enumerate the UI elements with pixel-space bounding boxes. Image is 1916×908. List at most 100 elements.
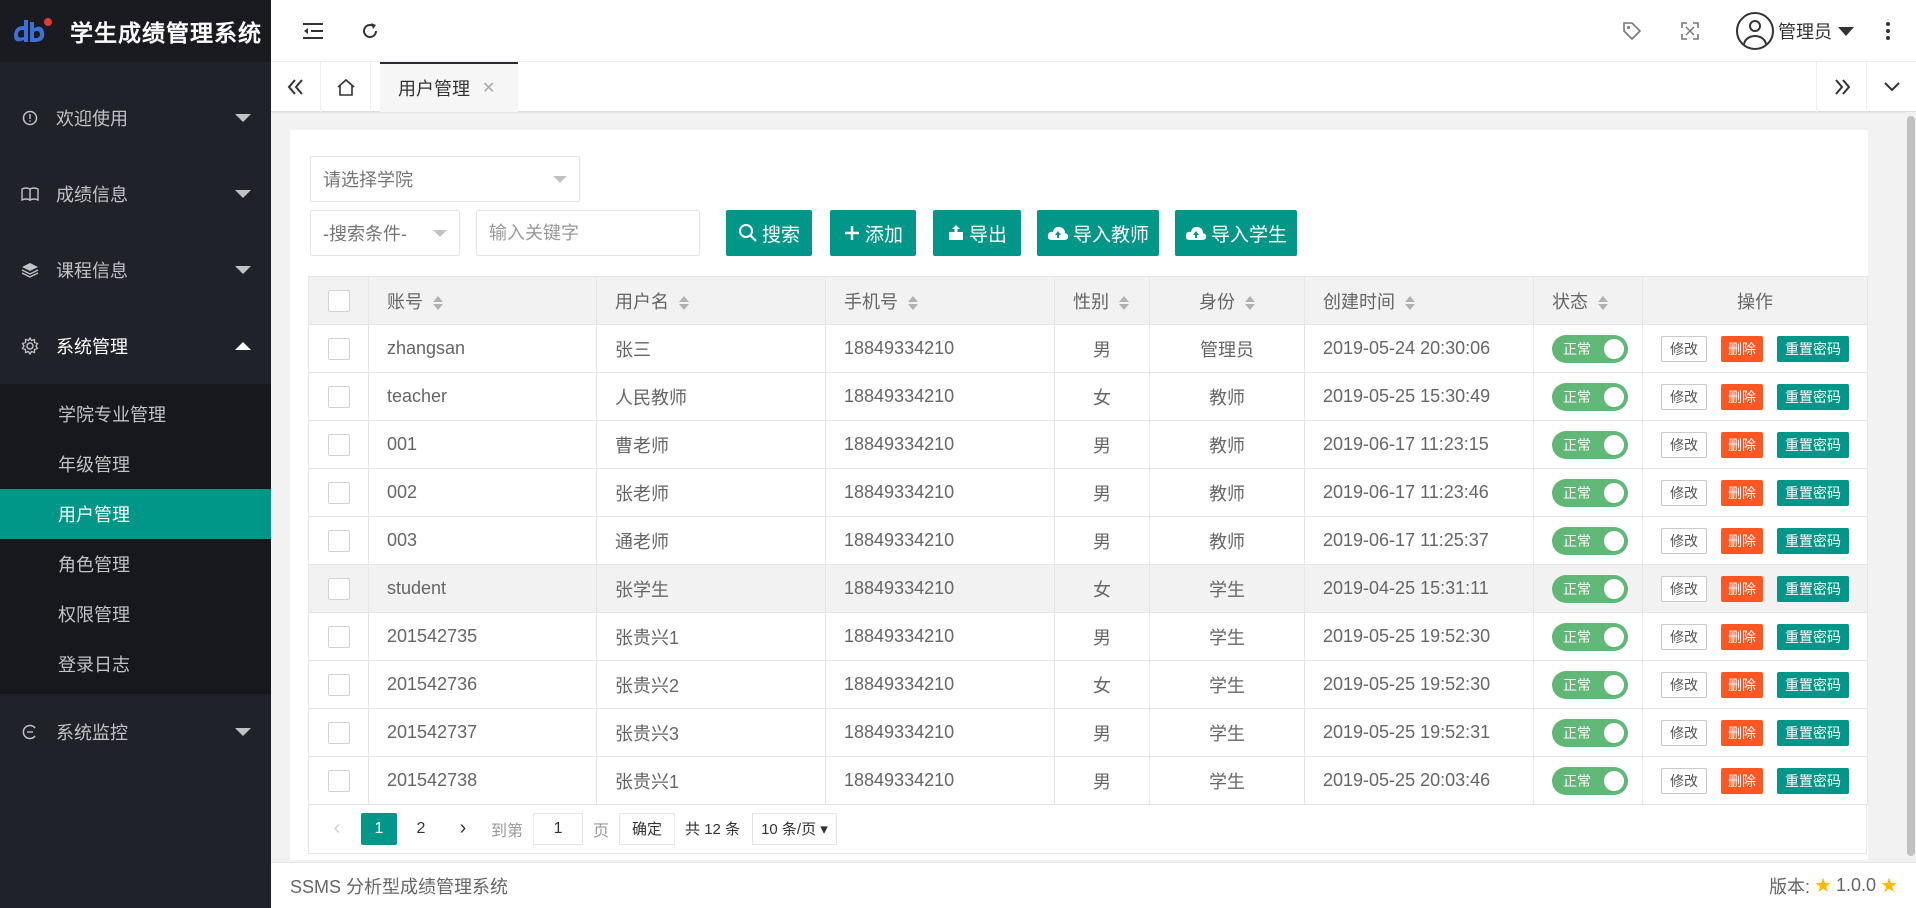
delete-button[interactable]: 删除	[1721, 575, 1763, 602]
delete-button[interactable]: 删除	[1721, 623, 1763, 650]
reset-password-button[interactable]: 重置密码	[1777, 383, 1849, 410]
fullscreen-button[interactable]	[1675, 16, 1705, 46]
edit-button[interactable]: 修改	[1661, 575, 1707, 602]
import-student-button[interactable]: 导入学生	[1175, 210, 1297, 256]
delete-button[interactable]: 删除	[1721, 527, 1763, 554]
row-checkbox[interactable]	[327, 673, 350, 696]
column-header-gender[interactable]: 性别	[1054, 276, 1150, 325]
delete-button[interactable]: 删除	[1721, 479, 1763, 506]
tabs-scroll-left-button[interactable]	[271, 62, 321, 112]
sidebar-item-welcome[interactable]: 欢迎使用	[0, 80, 271, 156]
sort-icon[interactable]	[1598, 295, 1608, 310]
reset-password-button[interactable]: 重置密码	[1777, 527, 1849, 554]
column-header-phone[interactable]: 手机号	[825, 276, 1055, 325]
row-checkbox[interactable]	[327, 577, 350, 600]
sidebar-item-monitor[interactable]: 系统监控	[0, 694, 271, 770]
status-toggle[interactable]: 正常	[1552, 766, 1628, 795]
sidebar-item-users[interactable]: 用户管理	[0, 489, 271, 539]
column-header-created[interactable]: 创建时间	[1304, 276, 1534, 325]
sidebar-item-permissions[interactable]: 权限管理	[0, 589, 271, 639]
page-scrollbar[interactable]	[1906, 112, 1916, 864]
column-header-account[interactable]: 账号	[368, 276, 597, 325]
delete-button[interactable]: 删除	[1721, 431, 1763, 458]
sort-icon[interactable]	[433, 295, 443, 310]
keyword-input[interactable]	[476, 210, 700, 256]
row-checkbox[interactable]	[327, 385, 350, 408]
delete-button[interactable]: 删除	[1721, 719, 1763, 746]
delete-button[interactable]: 删除	[1721, 767, 1763, 794]
more-button[interactable]	[1873, 16, 1903, 46]
status-toggle[interactable]: 正常	[1552, 622, 1628, 651]
sort-icon[interactable]	[679, 295, 689, 310]
delete-button[interactable]: 删除	[1721, 671, 1763, 698]
export-button[interactable]: 导出	[933, 210, 1021, 256]
sidebar-item-grades[interactable]: 成绩信息	[0, 156, 271, 232]
goto-page-input[interactable]	[533, 812, 584, 845]
row-checkbox[interactable]	[327, 433, 350, 456]
row-checkbox[interactable]	[327, 481, 350, 504]
reset-password-button[interactable]: 重置密码	[1777, 767, 1849, 794]
add-button[interactable]: 添加	[830, 210, 916, 256]
page-size-select[interactable]: 10 条/页 ▾	[752, 812, 837, 845]
user-menu[interactable]: 管理员	[1736, 11, 1854, 51]
sidebar-item-roles[interactable]: 角色管理	[0, 539, 271, 589]
import-teacher-button[interactable]: 导入教师	[1037, 210, 1159, 256]
edit-button[interactable]: 修改	[1661, 527, 1707, 554]
tabs-scroll-right-button[interactable]	[1816, 62, 1866, 112]
sidebar-item-system[interactable]: 系统管理	[0, 308, 271, 384]
prev-page-button[interactable]: ‹	[319, 813, 355, 845]
edit-button[interactable]: 修改	[1661, 335, 1707, 362]
status-toggle[interactable]: 正常	[1552, 382, 1628, 411]
delete-button[interactable]: 删除	[1721, 335, 1763, 362]
status-toggle[interactable]: 正常	[1552, 718, 1628, 747]
edit-button[interactable]: 修改	[1661, 767, 1707, 794]
edit-button[interactable]: 修改	[1661, 431, 1707, 458]
refresh-button[interactable]	[355, 16, 385, 46]
column-header-status[interactable]: 状态	[1533, 276, 1643, 325]
reset-password-button[interactable]: 重置密码	[1777, 671, 1849, 698]
tag-button[interactable]	[1617, 16, 1647, 46]
reset-password-button[interactable]: 重置密码	[1777, 335, 1849, 362]
menu-toggle-button[interactable]	[298, 16, 328, 46]
sort-icon[interactable]	[1245, 295, 1255, 310]
sort-icon[interactable]	[1405, 295, 1415, 310]
close-icon[interactable]: ✕	[482, 78, 495, 98]
reset-password-button[interactable]: 重置密码	[1777, 575, 1849, 602]
search-condition-select[interactable]: -搜索条件-	[310, 210, 460, 256]
tabs-menu-button[interactable]	[1866, 62, 1916, 112]
delete-button[interactable]: 删除	[1721, 383, 1763, 410]
goto-confirm-button[interactable]: 确定	[619, 812, 676, 845]
column-header-username[interactable]: 用户名	[596, 276, 826, 325]
reset-password-button[interactable]: 重置密码	[1777, 623, 1849, 650]
sidebar-item-college-major[interactable]: 学院专业管理	[0, 389, 271, 439]
sidebar-item-login-log[interactable]: 登录日志	[0, 639, 271, 689]
search-button[interactable]: 搜索	[726, 210, 812, 256]
status-toggle[interactable]: 正常	[1552, 478, 1628, 507]
next-page-button[interactable]: ›	[445, 813, 481, 845]
tab-home[interactable]	[321, 62, 371, 112]
sidebar-item-grade[interactable]: 年级管理	[0, 439, 271, 489]
status-toggle[interactable]: 正常	[1552, 574, 1628, 603]
status-toggle[interactable]: 正常	[1552, 670, 1628, 699]
page-button-2[interactable]: 2	[403, 813, 439, 845]
tab-user-management[interactable]: 用户管理 ✕	[380, 62, 518, 112]
sort-icon[interactable]	[908, 295, 918, 310]
college-select[interactable]: 请选择学院	[310, 156, 580, 202]
page-button-1[interactable]: 1	[361, 812, 397, 845]
sidebar-item-courses[interactable]: 课程信息	[0, 232, 271, 308]
edit-button[interactable]: 修改	[1661, 623, 1707, 650]
status-toggle[interactable]: 正常	[1552, 526, 1628, 555]
status-toggle[interactable]: 正常	[1552, 430, 1628, 459]
row-checkbox[interactable]	[327, 721, 350, 744]
edit-button[interactable]: 修改	[1661, 671, 1707, 698]
status-toggle[interactable]: 正常	[1552, 334, 1628, 363]
row-checkbox[interactable]	[327, 337, 350, 360]
sort-icon[interactable]	[1119, 295, 1129, 310]
row-checkbox[interactable]	[327, 529, 350, 552]
row-checkbox[interactable]	[327, 625, 350, 648]
row-checkbox[interactable]	[327, 769, 350, 792]
reset-password-button[interactable]: 重置密码	[1777, 719, 1849, 746]
app-logo-area[interactable]: 学生成绩管理系统	[0, 0, 271, 62]
edit-button[interactable]: 修改	[1661, 719, 1707, 746]
reset-password-button[interactable]: 重置密码	[1777, 431, 1849, 458]
